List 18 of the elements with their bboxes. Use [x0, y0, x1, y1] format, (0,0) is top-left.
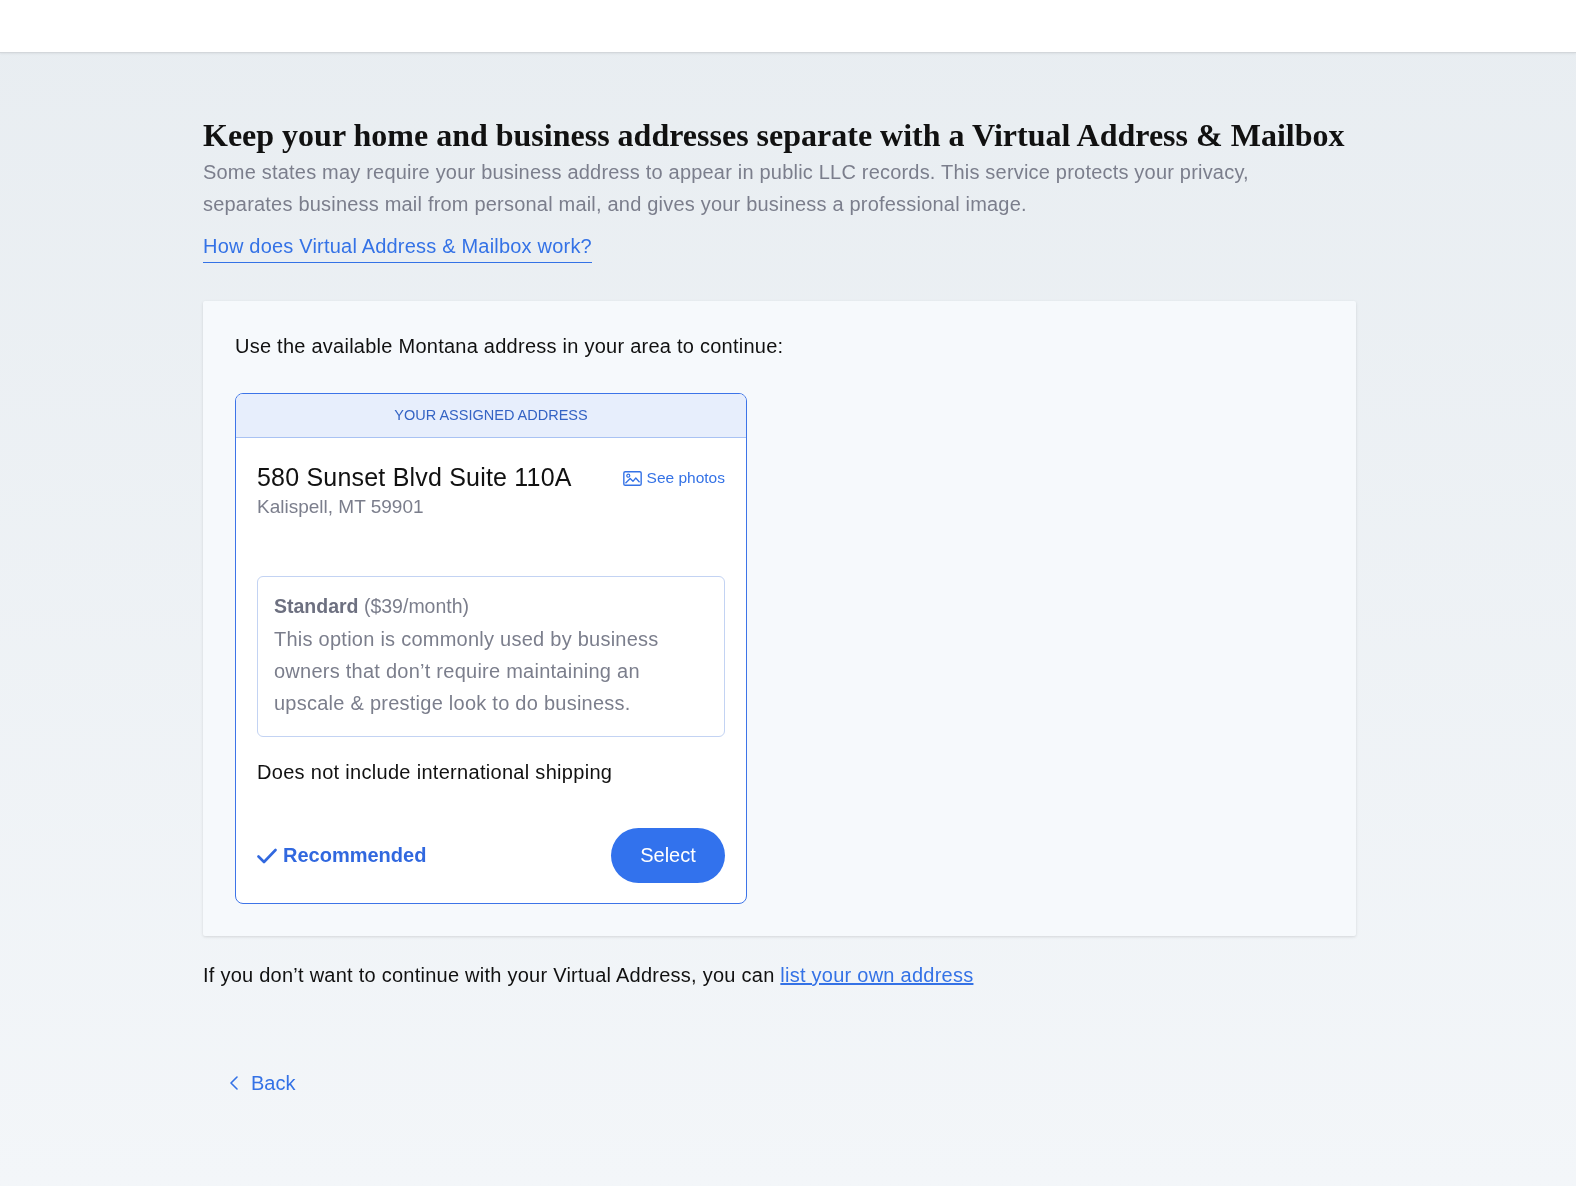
shipping-note: Does not include international shipping — [257, 760, 614, 785]
city-line: Kalispell, MT 59901 — [257, 495, 425, 519]
chevron-left-icon — [230, 1076, 238, 1090]
plan-title: Standard ($39/month) — [274, 594, 471, 619]
prompt-text: Use the available Montana address in your area to continue: — [235, 334, 785, 359]
list-own-address-link[interactable]: list your own address — [780, 964, 974, 986]
street-address: 580 Sunset Blvd Suite 110A — [257, 462, 572, 492]
back-link[interactable]: Back — [230, 1071, 296, 1095]
recommended-label: Recommended — [283, 844, 427, 867]
page-heading: Keep your home and business addresses separate with a Virtual Address & Mailbox — [203, 117, 1346, 153]
image-icon — [622, 470, 642, 486]
select-button[interactable]: Select — [611, 828, 725, 883]
see-photos-link[interactable]: See photos — [622, 469, 725, 487]
card-header: YOUR ASSIGNED ADDRESS — [236, 394, 746, 438]
help-link[interactable]: How does Virtual Address & Mailbox work? — [203, 234, 592, 263]
plan-description: This option is commonly used by business owners that don’t require maintaining an upscale & prestige look to do business. — [274, 627, 660, 716]
intro-text: Some states may require your business address to appear in public LLC records. This service protects your privacy, separates business mail from personal mail, and gives your business a professional image. — [203, 160, 1250, 217]
footer-text: If you don’t want to continue with your Virtual Address, you can list your own address — [203, 963, 975, 988]
